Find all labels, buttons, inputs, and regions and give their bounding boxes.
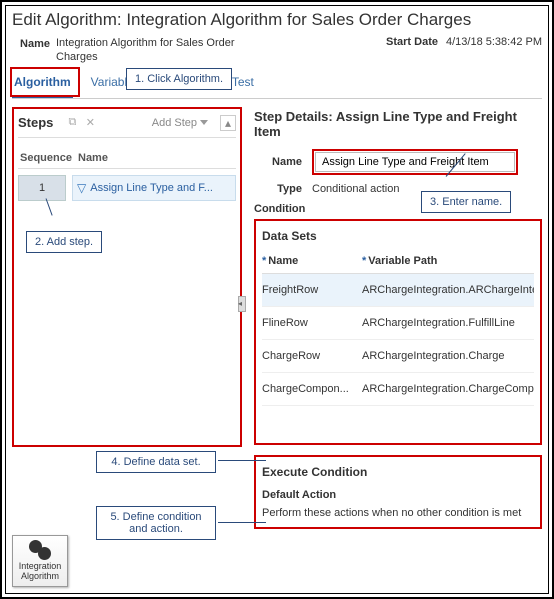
step-details-panel: Step Details: Assign Line Type and Freig… — [250, 107, 542, 537]
callout-1: 1. Click Algorithm. — [126, 68, 232, 90]
default-action-title: Default Action — [262, 489, 534, 501]
tabs-bar: Algorithm Variables Functions Test — [12, 69, 542, 99]
step-name-input[interactable] — [315, 152, 515, 172]
page-title: Edit Algorithm: Integration Algorithm fo… — [12, 10, 542, 30]
dataset-row[interactable]: FlineRow ARChargeIntegration.FulfillLine — [262, 307, 534, 340]
step-details-title: Step Details: Assign Line Type and Freig… — [254, 109, 542, 139]
ds-name: FlineRow — [262, 317, 362, 329]
ds-name: FreightRow — [262, 284, 362, 296]
ds-path: ARChargeIntegration.ChargeCompone — [362, 383, 534, 395]
step-name-cell[interactable]: ▽ Assign Line Type and F... — [72, 175, 236, 201]
tab-algorithm[interactable]: Algorithm — [12, 69, 73, 98]
callout-line — [218, 522, 266, 523]
col-sequence-header: Sequence — [20, 152, 78, 164]
execute-condition-box: Execute Condition Default Action Perform… — [254, 455, 542, 529]
chevron-down-icon — [200, 120, 208, 125]
ds-path: ARChargeIntegration.ARChargeInterfa — [362, 284, 534, 296]
default-action-desc: Perform these actions when no other cond… — [262, 507, 534, 519]
step-name-text: Assign Line Type and F... — [90, 182, 213, 194]
name-value: Integration Algorithm for Sales Order Ch… — [56, 36, 266, 65]
execute-condition-title: Execute Condition — [262, 465, 534, 479]
start-date-label: Start Date — [386, 36, 438, 48]
ds-path: ARChargeIntegration.FulfillLine — [362, 317, 534, 329]
ds-col-name-header: *Name — [262, 255, 362, 267]
callout-line — [218, 460, 266, 461]
add-step-label: Add Step — [152, 117, 197, 129]
datasets-box: Data Sets *Name *Variable Path FreightRo… — [254, 219, 542, 445]
detail-type-value: Conditional action — [312, 183, 399, 195]
dataset-row[interactable]: ChargeCompon... ARChargeIntegration.Char… — [262, 373, 534, 406]
ds-name: ChargeRow — [262, 350, 362, 362]
callout-5: 5. Define condition and action. — [96, 506, 216, 540]
splitter-handle[interactable] — [238, 296, 246, 312]
delete-icon[interactable]: ✕ — [83, 116, 97, 130]
callout-3: 3. Enter name. — [421, 191, 511, 213]
tab-test[interactable]: Test — [230, 69, 256, 98]
callout-4: 4. Define data set. — [96, 451, 216, 473]
datasets-title: Data Sets — [262, 229, 534, 243]
steps-title: Steps — [18, 115, 53, 130]
integration-label-2: Algorithm — [21, 572, 59, 582]
detail-name-label: Name — [254, 156, 302, 168]
name-label: Name — [12, 36, 56, 50]
copy-icon[interactable]: ⧉ — [65, 116, 79, 130]
ds-path: ARChargeIntegration.Charge — [362, 350, 534, 362]
filter-icon: ▽ — [77, 181, 86, 195]
dataset-row[interactable]: ChargeRow ARChargeIntegration.Charge — [262, 340, 534, 373]
col-name-header: Name — [78, 152, 234, 164]
step-sequence-cell: 1 — [18, 175, 66, 201]
step-row[interactable]: 1 ▽ Assign Line Type and F... — [18, 175, 236, 201]
collapse-button[interactable]: ▴ — [220, 115, 236, 131]
dataset-row[interactable]: FreightRow ARChargeIntegration.ARChargeI… — [262, 274, 534, 307]
start-date-value: 4/13/18 5:38:42 PM — [446, 36, 542, 48]
steps-panel: Steps ⧉ ✕ Add Step ▴ Sequence Name 1 ▽ A… — [12, 107, 242, 447]
ds-name: ChargeCompon... — [262, 383, 362, 395]
gears-icon — [29, 540, 51, 560]
callout-2: 2. Add step. — [26, 231, 102, 253]
integration-algorithm-icon[interactable]: Integration Algorithm — [12, 535, 68, 587]
annotation-box-name — [312, 149, 518, 175]
detail-type-label: Type — [254, 183, 302, 195]
add-step-button[interactable]: Add Step — [152, 117, 208, 129]
header-row: Name Integration Algorithm for Sales Ord… — [12, 36, 542, 65]
ds-col-path-header: *Variable Path — [362, 255, 534, 267]
